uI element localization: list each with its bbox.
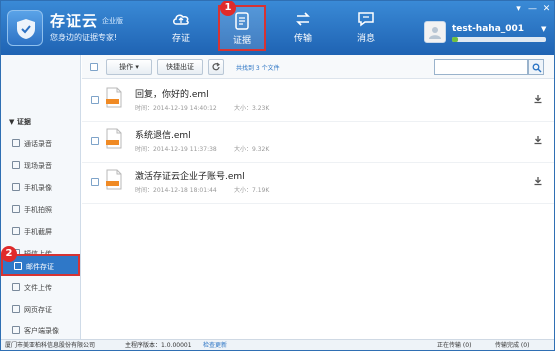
app-window: 存证云 企业版 您身边的证据专家! 存证 证据 传输 消息 1 test-hah…	[0, 0, 555, 351]
file-count-text: 共找到 3 个文件	[236, 65, 280, 72]
file-size: 大小：9.32K	[234, 146, 270, 153]
quick-export-button[interactable]: 快捷出证	[157, 59, 203, 75]
email-file-icon	[106, 87, 122, 108]
file-checkbox[interactable]	[91, 137, 99, 145]
message-icon	[358, 12, 374, 27]
recorder-icon	[12, 161, 20, 169]
search-icon	[532, 63, 542, 73]
sidebar-item-label: 通话录音	[24, 140, 52, 148]
sidebar-item-label: 客户端录像	[24, 327, 59, 335]
nav-label: 证据	[232, 36, 251, 46]
microphone-icon	[12, 139, 20, 147]
brand-name: 存证云	[50, 12, 99, 30]
transfer-done-count[interactable]: 传输完成 (0)	[495, 340, 529, 350]
download-icon[interactable]	[533, 135, 543, 145]
file-time: 时间：2014-12-19 11:37:38	[135, 146, 217, 153]
sidebar-item-label: 手机拍照	[24, 206, 52, 214]
brand-edition: 企业版	[102, 17, 123, 25]
file-time: 时间：2014-12-19 14:40:12	[135, 105, 217, 112]
nav-chuanshu[interactable]: 传输	[279, 5, 327, 51]
sidebar-item-file-upload[interactable]: 文件上传	[1, 277, 80, 299]
storage-usage-fill	[452, 37, 458, 42]
download-icon[interactable]	[533, 94, 543, 104]
file-name[interactable]: 系统退信.eml	[135, 128, 191, 141]
uploading-count[interactable]: 正在传输 (0)	[437, 340, 471, 350]
screenshot-icon	[12, 227, 20, 235]
sidebar: ▼ 证据 通话录音 现场录音 手机录像 手机拍照 手机截屏 短信上传 邮件存证 …	[1, 55, 81, 339]
file-checkbox[interactable]	[91, 178, 99, 186]
operate-dropdown-button[interactable]: 操作 ▾	[106, 59, 152, 75]
transfer-icon	[296, 12, 310, 26]
sidebar-item-phone-screenshot[interactable]: 手机截屏	[1, 221, 80, 243]
user-silhouette-icon	[429, 27, 441, 39]
close-icon[interactable]: ✕	[541, 4, 552, 14]
file-row[interactable]: 系统退信.eml 时间：2014-12-19 11:37:38 大小：9.32K	[82, 122, 554, 163]
sidebar-item-label: 邮件存证	[26, 263, 54, 271]
sidebar-item-label: 现场录音	[24, 162, 52, 170]
cloud-upload-icon	[173, 14, 189, 25]
search-input[interactable]	[434, 59, 528, 75]
nav-xiaoxi[interactable]: 消息	[342, 5, 390, 51]
header-bar: 存证云 企业版 您身边的证据专家! 存证 证据 传输 消息 1 test-hah…	[1, 1, 554, 55]
file-row[interactable]: 回复，你好的.eml 时间：2014-12-19 14:40:12 大小：3.2…	[82, 81, 554, 122]
file-size: 大小：7.19K	[234, 187, 270, 194]
logo-shield-icon	[7, 10, 43, 46]
email-file-icon	[106, 169, 122, 190]
download-icon[interactable]	[533, 176, 543, 186]
check-update-link[interactable]: 检查更新	[203, 340, 227, 350]
nav-label: 存证	[171, 34, 190, 44]
minimize-icon[interactable]: —	[527, 4, 538, 14]
nav-label: 消息	[356, 34, 375, 44]
nav-label: 传输	[293, 34, 312, 44]
brand-slogan: 您身边的证据专家!	[50, 33, 118, 42]
menu-icon[interactable]: ▾	[513, 4, 524, 14]
toolbar: 操作 ▾ 快捷出证 共找到 3 个文件	[82, 55, 554, 79]
sidebar-item-label: 手机录像	[24, 184, 52, 192]
client-record-icon	[12, 326, 20, 334]
callout-marker-1: 1	[220, 1, 236, 16]
sidebar-item-phone-video[interactable]: 手机录像	[1, 177, 80, 199]
version-text: 主程序版本：1.0.00001	[125, 342, 192, 349]
camera-icon	[12, 205, 20, 213]
mail-icon	[14, 262, 22, 270]
company-name: 厦门市美亚柏科信息股份有限公司	[5, 342, 96, 349]
chevron-down-icon[interactable]: ▼	[541, 25, 546, 33]
file-row[interactable]: 激活存证云企业子账号.eml 时间：2014-12-18 18:01:44 大小…	[82, 163, 554, 204]
web-icon	[12, 305, 20, 313]
avatar[interactable]	[424, 21, 446, 43]
file-upload-icon	[12, 283, 20, 291]
email-file-icon	[106, 128, 122, 149]
refresh-icon	[212, 62, 220, 71]
file-name[interactable]: 回复，你好的.eml	[135, 87, 209, 100]
sidebar-item-web-evidence[interactable]: 网页存证	[1, 299, 80, 321]
select-all-checkbox[interactable]	[90, 63, 98, 71]
file-time: 时间：2014-12-18 18:01:44	[135, 187, 217, 194]
search-button[interactable]	[528, 59, 544, 75]
file-name[interactable]: 激活存证云企业子账号.eml	[135, 169, 245, 182]
nav-cunzheng[interactable]: 存证	[157, 5, 205, 51]
status-bar: 厦门市美亚柏科信息股份有限公司 主程序版本：1.0.00001 检查更新 正在传…	[1, 339, 554, 350]
sidebar-item-phone-photo[interactable]: 手机拍照	[1, 199, 80, 221]
sidebar-item-live-recording[interactable]: 现场录音	[1, 155, 80, 177]
document-icon	[235, 12, 249, 30]
sidebar-item-label: 网页存证	[24, 306, 52, 314]
video-icon	[12, 183, 20, 191]
callout-marker-2: 2	[1, 246, 17, 262]
storage-usage-bar	[452, 37, 546, 42]
sidebar-group-evidence[interactable]: ▼ 证据	[9, 117, 31, 127]
file-size: 大小：3.23K	[234, 105, 270, 112]
sidebar-item-label: 文件上传	[24, 284, 52, 292]
refresh-button[interactable]	[208, 59, 224, 75]
sidebar-item-label: 手机截屏	[24, 228, 52, 236]
file-checkbox[interactable]	[91, 96, 99, 104]
sidebar-item-call-recording[interactable]: 通话录音	[1, 133, 80, 155]
user-name[interactable]: test-haha_001	[452, 24, 524, 34]
